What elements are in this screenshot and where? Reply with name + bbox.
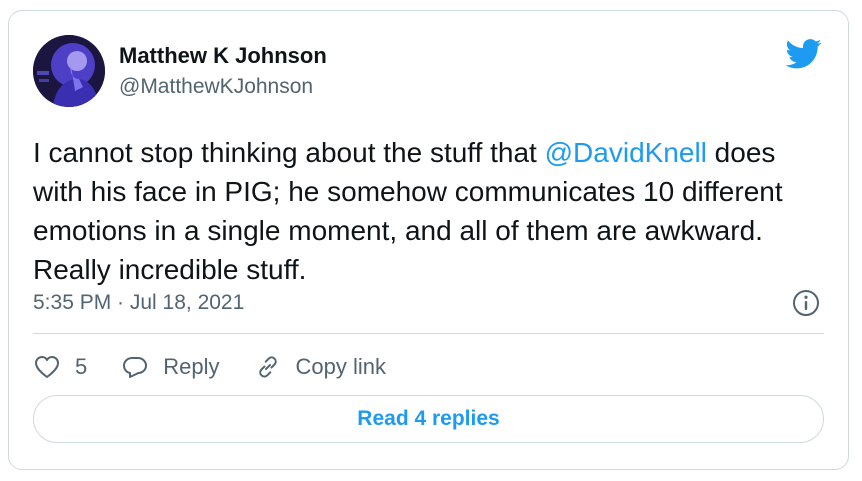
tweet-text: I cannot stop thinking about the stuff t… — [33, 133, 823, 289]
tweet-timestamp[interactable]: 5:35 PM · Jul 18, 2021 — [33, 291, 244, 315]
heart-icon — [35, 356, 59, 378]
copy-link-button[interactable]: Copy link — [254, 353, 386, 381]
mention-link[interactable]: @DavidKnell — [545, 137, 707, 168]
copy-link-label: Copy link — [295, 354, 386, 379]
info-icon[interactable] — [792, 289, 820, 317]
embedded-tweet-card: Matthew K Johnson @MatthewKJohnson I can… — [8, 10, 849, 470]
tweet-actions: 5 Reply Copy link — [33, 349, 420, 385]
reply-label: Reply — [163, 354, 220, 379]
reply-button[interactable]: Reply — [121, 353, 220, 381]
author-name[interactable]: Matthew K Johnson — [119, 43, 327, 69]
author-handle[interactable]: @MatthewKJohnson — [119, 75, 313, 99]
link-icon — [258, 356, 277, 378]
read-replies-button[interactable]: Read 4 replies — [33, 395, 824, 443]
reply-icon — [123, 357, 148, 378]
like-button[interactable]: 5 — [33, 353, 87, 381]
tweet-text-part: I cannot stop thinking about the stuff t… — [33, 137, 545, 168]
divider — [33, 333, 824, 334]
like-count: 5 — [75, 354, 88, 379]
avatar-image — [33, 35, 105, 107]
twitter-bird-icon[interactable] — [786, 39, 822, 69]
avatar[interactable] — [33, 35, 105, 107]
